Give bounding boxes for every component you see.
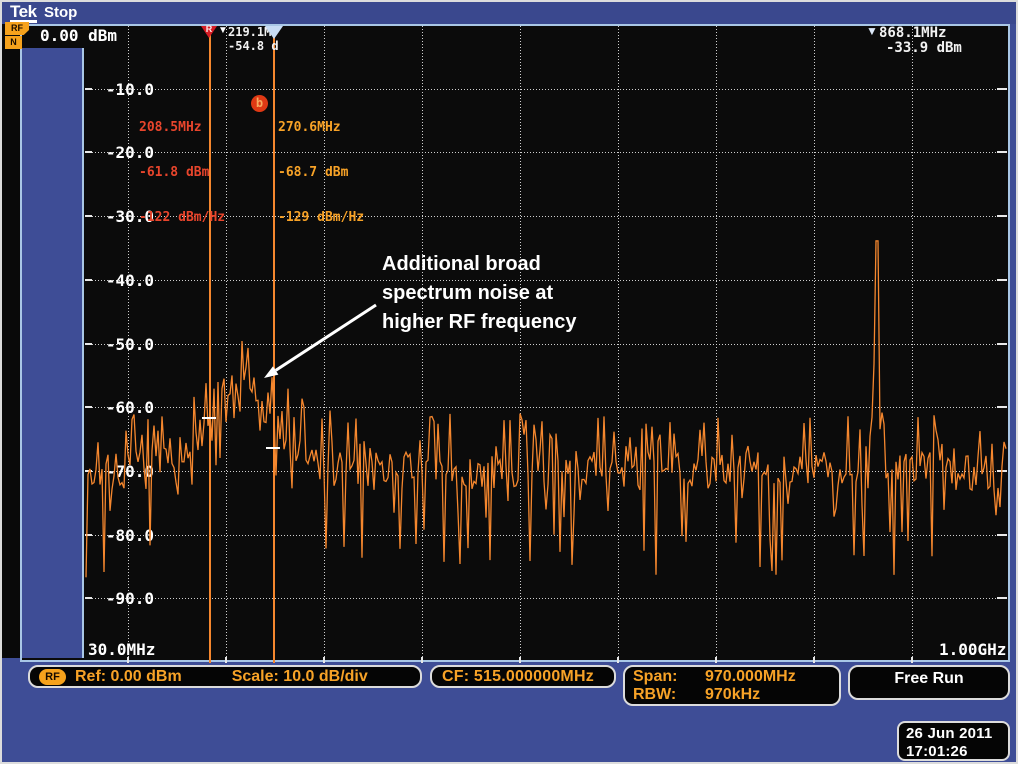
marker-b-triangle-icon[interactable] bbox=[265, 26, 283, 39]
bottom-axis-tick bbox=[911, 657, 913, 663]
left-edge-strip bbox=[2, 24, 20, 658]
bottom-axis-tick bbox=[715, 657, 717, 663]
span-rbw-readout[interactable]: Span: 970.000MHz RBW: 970kHz bbox=[623, 665, 841, 706]
marker-a-freq: 208.5MHz bbox=[139, 120, 225, 135]
bottom-axis-tick bbox=[421, 657, 423, 663]
x-axis-stop-label: 1.00GHz bbox=[939, 640, 1006, 659]
rf-ref-scale-readout[interactable]: RF Ref: 0.00 dBm Scale: 10.0 dB/div bbox=[28, 665, 422, 688]
marker-r-ampl-readout: -54.8 d bbox=[228, 39, 279, 53]
time-value: 17:01:26 bbox=[906, 743, 1008, 761]
x-axis-start-label: 30.0MHz bbox=[88, 640, 155, 659]
annotation-line-1: Additional broad bbox=[382, 250, 576, 279]
trigger-status-readout[interactable]: Free Run bbox=[848, 665, 1010, 700]
peak-marker-freq-readout: 868.1MHz bbox=[879, 25, 946, 41]
span-label: Span: bbox=[633, 668, 705, 686]
marker-b-readout-block: 270.6MHz -68.7 dBm -129 dBm/Hz bbox=[278, 90, 364, 255]
scale-readout: Scale: 10.0 dB/div bbox=[232, 668, 368, 686]
annotation-arrow-icon bbox=[252, 297, 392, 392]
bottom-axis-tick bbox=[617, 657, 619, 663]
bottom-axis-tick bbox=[225, 657, 227, 663]
annotation-line-2: spectrum noise at bbox=[382, 279, 576, 308]
marker-b-density: -129 dBm/Hz bbox=[278, 210, 364, 225]
rf-pill-badge: RF bbox=[39, 669, 66, 685]
marker-readout-triangle-icon: ▼ bbox=[218, 25, 228, 36]
tek-logo: Tek bbox=[10, 3, 37, 23]
date-time-readout: 26 Jun 2011 17:01:26 bbox=[897, 721, 1010, 761]
marker-a-ampl: -61.8 dBm bbox=[139, 165, 225, 180]
bottom-axis-tick bbox=[323, 657, 325, 663]
marker-a-readout-block: 208.5MHz -61.8 dBm -122 dBm/Hz bbox=[139, 90, 225, 255]
span-value: 970.000MHz bbox=[705, 668, 839, 686]
marker-b-badge[interactable]: b bbox=[251, 95, 268, 112]
title-bar: Tek Stop bbox=[2, 2, 1016, 24]
peak-marker-ampl-readout: -33.9 dBm bbox=[886, 40, 962, 56]
rbw-value: 970kHz bbox=[705, 686, 839, 704]
left-blue-band bbox=[22, 48, 84, 658]
marker-a-density: -122 dBm/Hz bbox=[139, 210, 225, 225]
annotation-line-3: higher RF frequency bbox=[382, 308, 576, 337]
center-frequency-readout[interactable]: CF: 515.000000MHz bbox=[430, 665, 616, 688]
peak-marker-triangle-icon[interactable]: ▼ bbox=[866, 24, 878, 38]
annotation-text: Additional broad spectrum noise at highe… bbox=[382, 250, 576, 337]
bottom-axis-tick bbox=[813, 657, 815, 663]
marker-r-letter: R bbox=[201, 24, 217, 34]
bottom-axis-tick bbox=[519, 657, 521, 663]
rbw-label: RBW: bbox=[633, 686, 705, 704]
acquisition-status: Stop bbox=[44, 4, 77, 21]
marker-b-freq: 270.6MHz bbox=[278, 120, 364, 135]
oscilloscope-screen: Tek Stop RF N -10.0-20.0-30.0-40.0-50.0-… bbox=[0, 0, 1018, 764]
date-value: 26 Jun 2011 bbox=[906, 725, 1008, 743]
n-channel-badge[interactable]: N bbox=[5, 36, 22, 49]
rf-channel-badge[interactable]: RF bbox=[5, 22, 29, 35]
ref-level-readout: Ref: 0.00 dBm bbox=[75, 668, 182, 686]
marker-b-trace-dash bbox=[266, 447, 280, 449]
reference-level-label: 0.00 dBm bbox=[40, 26, 117, 45]
marker-a-trace-dash bbox=[202, 417, 216, 419]
bottom-axis-tick bbox=[127, 657, 129, 663]
marker-b-ampl: -68.7 dBm bbox=[278, 165, 364, 180]
